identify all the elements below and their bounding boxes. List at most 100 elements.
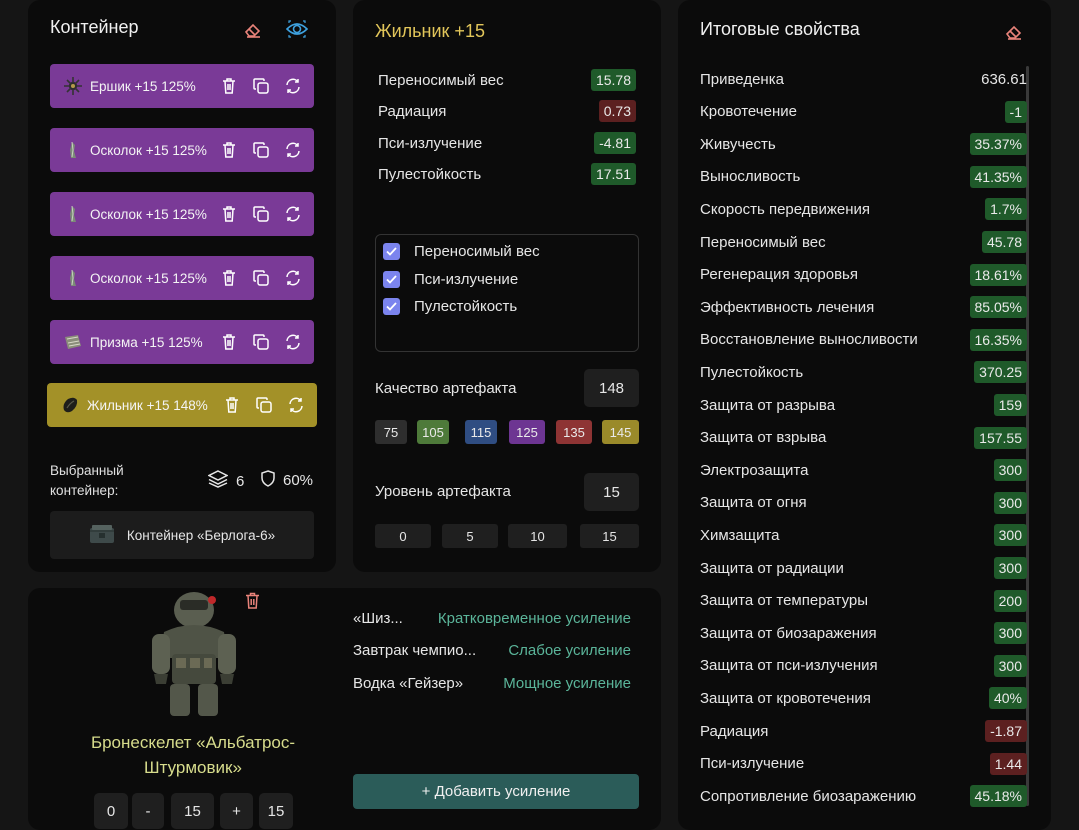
ershik-artifact-icon bbox=[64, 77, 82, 95]
stat-row: Защита от температуры 200 bbox=[700, 588, 1027, 614]
property-value: 15.78 bbox=[590, 69, 636, 91]
quality-option[interactable]: 115 bbox=[465, 420, 497, 444]
trash-icon[interactable] bbox=[223, 396, 241, 414]
boost-name: «Шиз... bbox=[353, 610, 403, 627]
quality-input[interactable]: 148 bbox=[584, 369, 639, 407]
container-select-button[interactable]: Контейнер «Берлога-6» bbox=[50, 511, 314, 559]
shard-artifact-icon bbox=[64, 269, 82, 287]
add-boost-button[interactable]: + Добавить усиление bbox=[353, 774, 639, 809]
quality-option[interactable]: 75 bbox=[375, 420, 407, 444]
copy-icon[interactable] bbox=[252, 205, 270, 223]
checkbox-row[interactable]: Переносимый вес bbox=[383, 240, 540, 262]
boost-row[interactable]: Завтрак чемпио... Слабое усиление bbox=[353, 642, 631, 664]
copy-icon[interactable] bbox=[252, 77, 270, 95]
stat-value: 45.78 bbox=[981, 231, 1027, 253]
selected-container-label: Выбранный контейнер: bbox=[50, 463, 124, 498]
layers-icon bbox=[207, 470, 229, 492]
stat-name: Скорость передвижения bbox=[700, 200, 871, 218]
stat-value: -1.87 bbox=[985, 720, 1027, 742]
refresh-icon[interactable] bbox=[284, 141, 302, 159]
stat-row: Защита от биозаражения 300 bbox=[700, 620, 1027, 646]
stat-row: Восстановление выносливости 16.35% bbox=[700, 327, 1027, 353]
level-input[interactable]: 15 bbox=[584, 473, 639, 511]
artifact-row[interactable]: Осколок +15 125% bbox=[50, 256, 314, 300]
quality-option[interactable]: 125 bbox=[509, 420, 545, 444]
checkbox-checked-icon[interactable] bbox=[383, 242, 400, 260]
stepper-min[interactable]: 0 bbox=[94, 793, 128, 829]
checkbox-row[interactable]: Пси-излучение bbox=[383, 268, 518, 290]
artifact-row[interactable]: Призма +15 125% bbox=[50, 320, 314, 364]
stat-name: Защита от биозаражения bbox=[700, 624, 877, 642]
stat-name: Сопротивление биозаражению bbox=[700, 787, 917, 805]
slots-count: 6 bbox=[236, 472, 245, 490]
stat-row: Пулестойкость 370.25 bbox=[700, 359, 1027, 385]
trash-icon[interactable] bbox=[220, 269, 238, 287]
stat-value: 200 bbox=[993, 589, 1027, 612]
armor-panel: Бронескелет «Альбатрос-Штурмовик» 0 - 15… bbox=[28, 588, 661, 830]
stat-row: Кровотечение -1 bbox=[700, 99, 1027, 125]
trash-icon[interactable] bbox=[220, 141, 238, 159]
stepper-minus-button[interactable]: - bbox=[132, 793, 164, 829]
trash-icon[interactable] bbox=[220, 333, 238, 351]
stepper-value[interactable]: 15 bbox=[171, 793, 214, 829]
boost-row[interactable]: Водка «Гейзер» Мощное усиление bbox=[353, 675, 631, 697]
trash-icon[interactable] bbox=[220, 77, 238, 95]
boost-type: Кратковременное усиление bbox=[437, 610, 631, 627]
boost-name: Водка «Гейзер» bbox=[353, 675, 464, 692]
stat-value: 35.37% bbox=[969, 133, 1027, 156]
container-name: Контейнер «Берлога-6» bbox=[126, 527, 276, 543]
stat-row: Защита от кровотечения 40% bbox=[700, 685, 1027, 711]
protection-value: 60% bbox=[283, 472, 314, 489]
stat-value: 16.35% bbox=[969, 328, 1027, 351]
eraser-icon[interactable] bbox=[241, 17, 265, 41]
shard-artifact-icon bbox=[64, 141, 82, 159]
stat-row: Электрозащита 300 bbox=[700, 457, 1027, 483]
checkbox-checked-icon[interactable] bbox=[383, 297, 400, 315]
stat-row: Сопротивление биозаражению 45.18% bbox=[700, 783, 1027, 809]
artifact-row[interactable]: Ершик +15 125% bbox=[50, 64, 314, 108]
refresh-icon[interactable] bbox=[284, 205, 302, 223]
refresh-icon[interactable] bbox=[284, 269, 302, 287]
stepper-max[interactable]: 15 bbox=[259, 793, 293, 829]
artifact-row-selected[interactable]: Жильник +15 148% bbox=[47, 383, 317, 427]
quality-option[interactable]: 135 bbox=[556, 420, 592, 444]
stat-row: Переносимый вес 45.78 bbox=[700, 229, 1027, 255]
property-name: Пси-излучение bbox=[378, 134, 483, 152]
refresh-icon[interactable] bbox=[287, 396, 305, 414]
eraser-icon[interactable] bbox=[1002, 19, 1026, 43]
container-panel-title: Контейнер bbox=[50, 17, 139, 37]
totals-title: Итоговые свойства bbox=[700, 19, 860, 39]
copy-icon[interactable] bbox=[252, 269, 270, 287]
stat-name: Восстановление выносливости bbox=[700, 331, 918, 349]
copy-icon[interactable] bbox=[252, 333, 270, 351]
checkbox-row[interactable]: Пулестойкость bbox=[383, 295, 517, 317]
stat-value: 300 bbox=[993, 557, 1027, 579]
artifact-row[interactable]: Осколок +15 125% bbox=[50, 128, 314, 172]
copy-icon[interactable] bbox=[252, 141, 270, 159]
stat-name: Переносимый вес bbox=[700, 233, 826, 251]
checkbox-label: Пулестойкость bbox=[414, 297, 518, 315]
trash-icon[interactable] bbox=[240, 588, 264, 612]
level-option[interactable]: 10 bbox=[508, 524, 567, 548]
trash-icon[interactable] bbox=[220, 205, 238, 223]
totals-panel: Итоговые свойства Приведенка 636.61 Кровот… bbox=[678, 0, 1051, 830]
copy-icon[interactable] bbox=[255, 396, 273, 414]
stat-row: Защита от радиации 300 bbox=[700, 555, 1027, 581]
artifact-title: Жильник +15 bbox=[375, 21, 485, 41]
stepper-plus-button[interactable]: + bbox=[220, 793, 253, 829]
quality-option[interactable]: 105 bbox=[417, 420, 449, 444]
refresh-icon[interactable] bbox=[284, 77, 302, 95]
refresh-icon[interactable] bbox=[284, 333, 302, 351]
checkbox-checked-icon[interactable] bbox=[383, 270, 400, 288]
artifact-row[interactable]: Осколок +15 125% bbox=[50, 192, 314, 236]
quality-option[interactable]: 145 bbox=[602, 420, 639, 444]
artifact-label: Осколок +15 125% bbox=[90, 206, 207, 222]
boost-type: Слабое усиление bbox=[508, 642, 631, 659]
boost-row[interactable]: «Шиз... Кратковременное усиление bbox=[353, 610, 631, 632]
level-option[interactable]: 5 bbox=[442, 524, 498, 548]
stat-name: Регенерация здоровья bbox=[700, 266, 858, 284]
stat-row: Защита от пси-излучения 300 bbox=[700, 653, 1027, 679]
eye-icon[interactable] bbox=[285, 17, 309, 41]
level-option[interactable]: 15 bbox=[580, 524, 639, 548]
level-option[interactable]: 0 bbox=[375, 524, 431, 548]
